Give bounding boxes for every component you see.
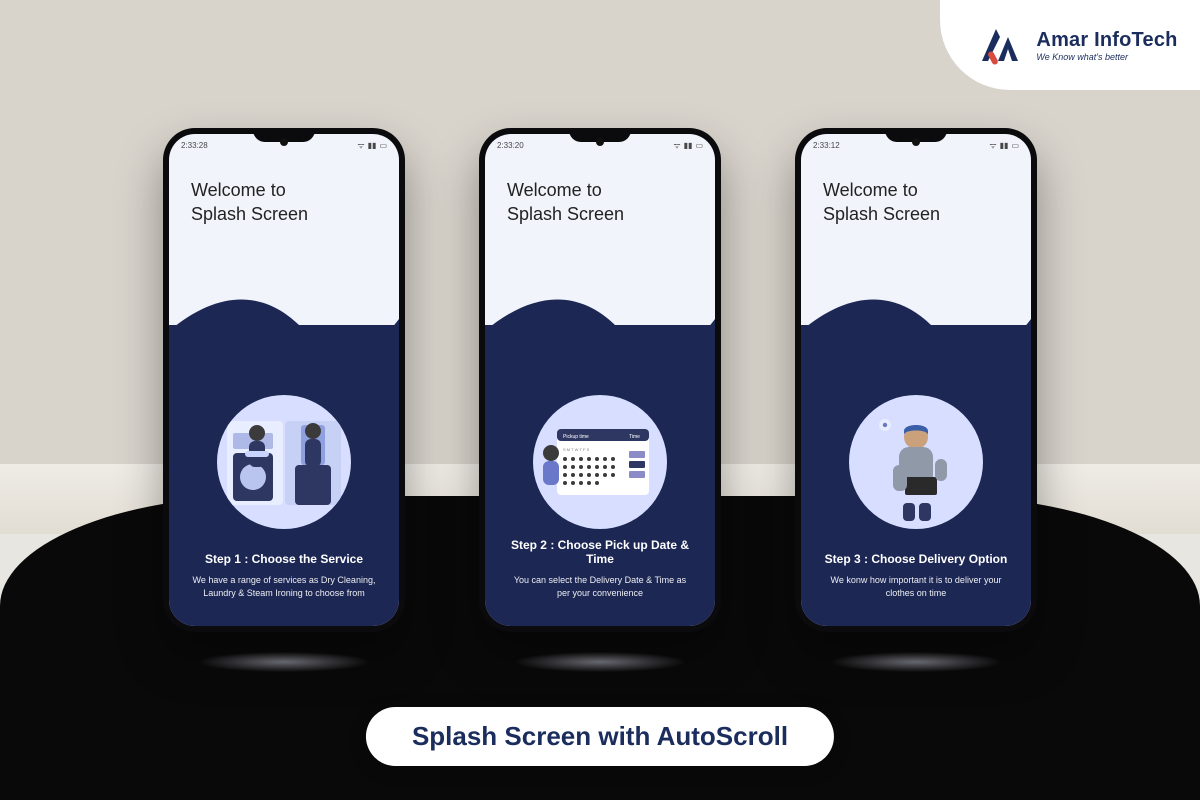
- status-time: 2:33:28: [181, 141, 208, 150]
- step-title: Step 2 : Choose Pick up Date & Time: [503, 538, 697, 566]
- caption-pill: Splash Screen with AutoScroll: [366, 707, 834, 766]
- caption-text: Splash Screen with AutoScroll: [412, 721, 788, 752]
- brand-logo-icon: [976, 23, 1024, 67]
- scene-root: Amar InfoTech We Know what's better 2:33…: [0, 0, 1200, 800]
- wave-section: Step 3 : Choose Delivery Option We konw …: [801, 311, 1031, 626]
- step-title: Step 3 : Choose Delivery Option: [819, 552, 1013, 566]
- step-title: Step 1 : Choose the Service: [187, 552, 381, 566]
- laundry-service-illustration: [217, 395, 351, 529]
- step-block: Step 1 : Choose the Service We have a ra…: [169, 552, 399, 600]
- status-time: 2:33:12: [813, 141, 840, 150]
- welcome-line-1: Welcome to: [823, 178, 1009, 202]
- battery-icon: ▭: [379, 141, 387, 150]
- phone-screen: 2:33:28 ᯤ ▮▮ ▭ Welcome to Splash Screen: [169, 134, 399, 626]
- step-block: Step 2 : Choose Pick up Date & Time You …: [485, 538, 715, 600]
- phone-mockup-2: 2:33:20 ᯤ ▮▮ ▭ Welcome to Splash Screen: [479, 128, 721, 632]
- step-block: Step 3 : Choose Delivery Option We konw …: [801, 552, 1031, 600]
- brand-text: Amar InfoTech We Know what's better: [1036, 29, 1177, 62]
- step-desc: You can select the Delivery Date & Time …: [503, 574, 697, 600]
- welcome-line-2: Splash Screen: [823, 202, 1009, 226]
- delivery-person-illustration: [849, 395, 983, 529]
- battery-icon: ▭: [1011, 141, 1019, 150]
- svg-text:Pickup time: Pickup time: [563, 434, 589, 440]
- welcome-line-1: Welcome to: [191, 178, 377, 202]
- phone-screen: 2:33:12 ᯤ ▮▮ ▭ Welcome to Splash Screen: [801, 134, 1031, 626]
- welcome-line-2: Splash Screen: [191, 202, 377, 226]
- status-icons: ᯤ ▮▮ ▭: [357, 140, 387, 151]
- phone-shadow-row: [0, 652, 1200, 672]
- welcome-line-2: Splash Screen: [507, 202, 693, 226]
- phone-camera-dot: [912, 138, 920, 146]
- wifi-icon: ᯤ: [673, 140, 680, 151]
- svg-text:S M T W T F S: S M T W T F S: [563, 447, 589, 452]
- wave-section: Pickup time Time S M T W T F S: [485, 311, 715, 626]
- status-icons: ᯤ ▮▮ ▭: [989, 140, 1019, 151]
- phone-shadow: [199, 652, 369, 672]
- phone-screen: 2:33:20 ᯤ ▮▮ ▭ Welcome to Splash Screen: [485, 134, 715, 626]
- wifi-icon: ᯤ: [357, 140, 364, 151]
- signal-icon: ▮▮: [1000, 141, 1009, 150]
- phone-shadow: [515, 652, 685, 672]
- phone-shadow: [831, 652, 1001, 672]
- phone-camera-dot: [596, 138, 604, 146]
- battery-icon: ▭: [695, 141, 703, 150]
- phone-row: 2:33:28 ᯤ ▮▮ ▭ Welcome to Splash Screen: [0, 128, 1200, 632]
- svg-text:Time: Time: [629, 434, 640, 440]
- signal-icon: ▮▮: [368, 141, 377, 150]
- status-icons: ᯤ ▮▮ ▭: [673, 140, 703, 151]
- phone-mockup-3: 2:33:12 ᯤ ▮▮ ▭ Welcome to Splash Screen: [795, 128, 1037, 632]
- brand-name: Amar InfoTech: [1036, 29, 1177, 52]
- brand-badge: Amar InfoTech We Know what's better: [940, 0, 1200, 90]
- wifi-icon: ᯤ: [989, 140, 996, 151]
- status-time: 2:33:20: [497, 141, 524, 150]
- brand-tagline: We Know what's better: [1036, 52, 1177, 62]
- calendar-pickup-illustration: Pickup time Time S M T W T F S: [533, 395, 667, 529]
- signal-icon: ▮▮: [684, 141, 693, 150]
- phone-camera-dot: [280, 138, 288, 146]
- phone-mockup-1: 2:33:28 ᯤ ▮▮ ▭ Welcome to Splash Screen: [163, 128, 405, 632]
- welcome-line-1: Welcome to: [507, 178, 693, 202]
- step-desc: We konw how important it is to deliver y…: [819, 574, 1013, 600]
- step-desc: We have a range of services as Dry Clean…: [187, 574, 381, 600]
- wave-section: Step 1 : Choose the Service We have a ra…: [169, 311, 399, 626]
